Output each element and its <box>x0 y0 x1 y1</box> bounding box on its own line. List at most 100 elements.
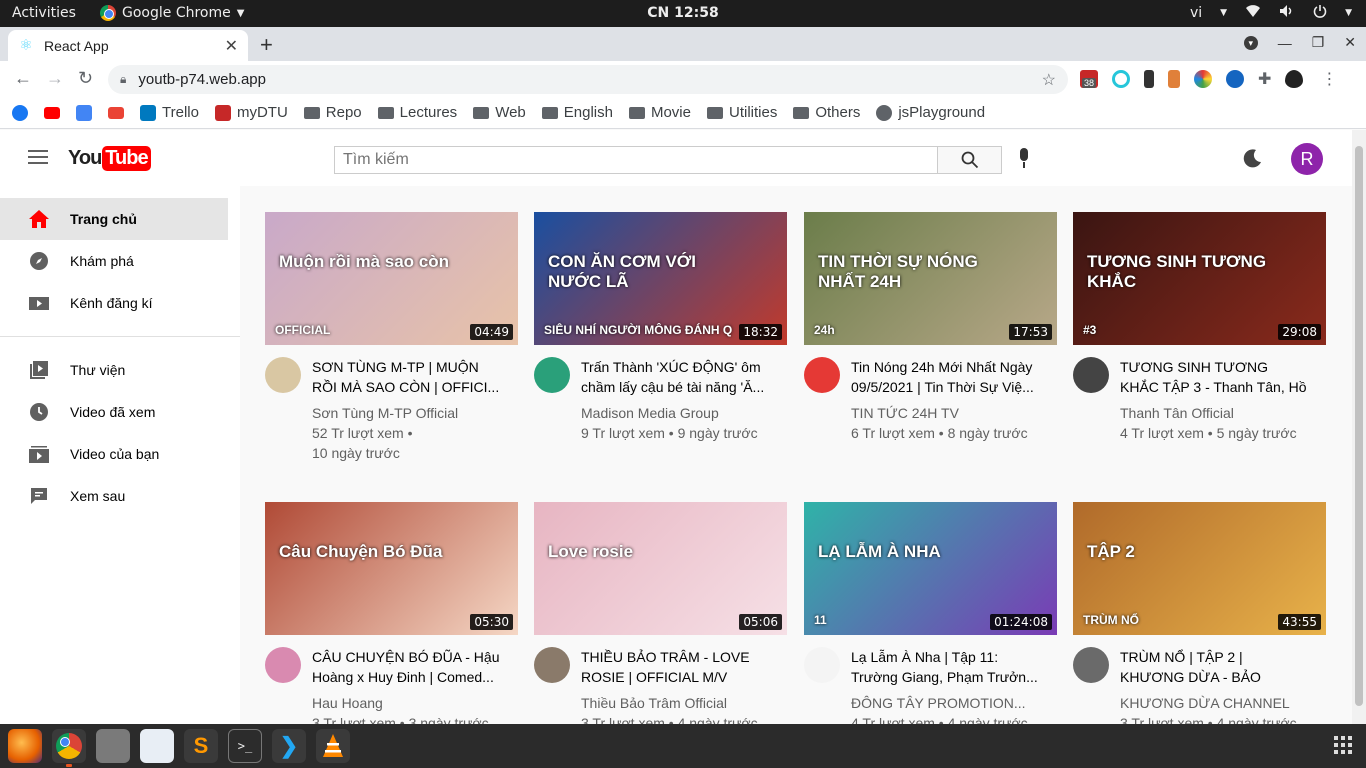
close-icon[interactable]: ✕ <box>225 36 238 56</box>
video-title[interactable]: TRÙM NỔ | TẬP 2 | KHƯƠNG DỪA - BẢO CHUNG… <box>1120 647 1310 687</box>
sidebar-item-watch-later[interactable]: Xem sau <box>0 475 240 517</box>
sidebar-item-home[interactable]: Trang chủ <box>0 198 228 240</box>
video-card[interactable]: TẬP 2 TRÙM NỔ 43:55 TRÙM NỔ | TẬP 2 | KH… <box>1073 502 1326 733</box>
bookmark-translate[interactable] <box>76 104 92 121</box>
search-input[interactable] <box>334 146 938 174</box>
extension-icon[interactable] <box>1194 70 1212 88</box>
bookmark-folder-utilities[interactable]: Utilities <box>706 104 777 121</box>
video-card[interactable]: Love rosie 05:06 THIỀU BẢO TRÂM - LOVE R… <box>534 502 787 733</box>
reload-button[interactable]: ↻ <box>78 68 93 89</box>
video-thumbnail[interactable]: LẠ LẪM À NHA 11 01:24:08 <box>804 502 1057 635</box>
youtube-logo[interactable]: You Tube <box>68 146 151 171</box>
tab-search-icon[interactable]: ▾ <box>1243 35 1258 50</box>
video-title[interactable]: Tin Nóng 24h Mới Nhất Ngày 09/5/2021 | T… <box>851 357 1041 397</box>
system-tray[interactable]: vi ▼ ▼ <box>1190 4 1352 22</box>
bookmark-trello[interactable]: Trello <box>140 104 199 121</box>
bookmark-star-icon[interactable]: ☆ <box>1042 70 1056 90</box>
sidebar-item-subscriptions[interactable]: Kênh đăng kí <box>0 282 240 324</box>
video-title[interactable]: SƠN TÙNG M-TP | MUỘN RỒI MÀ SAO CÒN | OF… <box>312 357 502 397</box>
extension-icon[interactable]: 38 <box>1080 70 1098 88</box>
page-scrollbar[interactable] <box>1352 130 1366 724</box>
video-card[interactable]: Muộn rồi mà sao còn OFFICIAL 04:49 SƠN T… <box>265 212 518 463</box>
bookmark-gmail[interactable] <box>108 106 124 119</box>
document-viewer-icon[interactable] <box>140 729 174 763</box>
firefox-icon[interactable] <box>8 729 42 763</box>
new-tab-button[interactable]: + <box>260 32 273 58</box>
channel-avatar[interactable] <box>1073 647 1109 683</box>
video-thumbnail[interactable]: Câu Chuyện Bó Đũa 05:30 <box>265 502 518 635</box>
bookmark-folder-lectures[interactable]: Lectures <box>377 104 457 121</box>
show-applications-icon[interactable] <box>1334 736 1352 754</box>
address-bar[interactable]: 🔒︎ youtb-p74.web.app ☆ <box>108 65 1068 94</box>
extension-icon[interactable] <box>1168 70 1180 88</box>
channel-name[interactable]: Thanh Tân Official <box>1120 403 1310 423</box>
terminal-icon[interactable]: >_ <box>228 729 262 763</box>
extension-icon[interactable] <box>1112 70 1130 88</box>
system-clock[interactable]: CN 12:58 <box>0 5 1366 21</box>
bookmark-folder-web[interactable]: Web <box>473 104 526 121</box>
channel-avatar[interactable] <box>804 647 840 683</box>
video-thumbnail[interactable]: TIN THỜI SỰ NÓNG NHẤT 24H 24h 17:53 <box>804 212 1057 345</box>
video-title[interactable]: Trấn Thành 'XÚC ĐỘNG' ôm chầm lấy cậu bé… <box>581 357 771 397</box>
extension-icon[interactable] <box>1226 70 1244 88</box>
video-card[interactable]: LẠ LẪM À NHA 11 01:24:08 Lạ Lẫm À Nha | … <box>804 502 1057 733</box>
video-thumbnail[interactable]: CON ĂN CƠM VỚI NƯỚC LÃ SIÊU NHÍ NGƯỜI MÔ… <box>534 212 787 345</box>
chrome-icon[interactable] <box>52 729 86 767</box>
bookmark-folder-english[interactable]: English <box>541 104 613 121</box>
minimize-button[interactable]: — <box>1278 35 1292 51</box>
bookmark-facebook[interactable] <box>12 104 28 121</box>
maximize-button[interactable]: ❐ <box>1312 34 1325 51</box>
bookmark-youtube[interactable] <box>44 106 60 119</box>
bookmark-folder-repo[interactable]: Repo <box>303 104 362 121</box>
puzzle-icon[interactable]: ✚ <box>1258 69 1271 89</box>
profile-extension-icon[interactable] <box>1285 70 1304 88</box>
file-manager-icon[interactable] <box>96 729 130 763</box>
channel-avatar[interactable] <box>534 357 570 393</box>
channel-name[interactable]: Madison Media Group <box>581 403 771 423</box>
video-thumbnail[interactable]: Love rosie 05:06 <box>534 502 787 635</box>
sublime-text-icon[interactable]: S <box>184 729 218 763</box>
bookmark-folder-movie[interactable]: Movie <box>628 104 691 121</box>
channel-avatar[interactable] <box>265 647 301 683</box>
video-thumbnail[interactable]: TƯƠNG SINH TƯƠNG KHẮC #3 29:08 <box>1073 212 1326 345</box>
video-card[interactable]: Câu Chuyện Bó Đũa 05:30 CÂU CHUYỆN BÓ ĐŨ… <box>265 502 518 733</box>
sidebar-item-history[interactable]: Video đã xem <box>0 391 240 433</box>
search-button[interactable] <box>937 146 1002 174</box>
video-card[interactable]: CON ĂN CƠM VỚI NƯỚC LÃ SIÊU NHÍ NGƯỜI MÔ… <box>534 212 787 443</box>
sidebar-item-explore[interactable]: Khám phá <box>0 240 240 282</box>
sidebar-item-your-videos[interactable]: Video của bạn <box>0 433 240 475</box>
avatar[interactable]: R <box>1291 143 1323 175</box>
video-thumbnail[interactable]: Muộn rồi mà sao còn OFFICIAL 04:49 <box>265 212 518 345</box>
bookmark-jsplayground[interactable]: jsPlayground <box>876 104 985 121</box>
channel-name[interactable]: ĐÔNG TÂY PROMOTION... <box>851 693 1041 713</box>
bookmark-folder-others[interactable]: Others <box>793 104 860 121</box>
channel-avatar[interactable] <box>1073 357 1109 393</box>
microphone-icon[interactable] <box>1016 148 1032 172</box>
dark-mode-moon-icon[interactable] <box>1242 147 1264 169</box>
scrollbar-thumb[interactable] <box>1355 146 1363 706</box>
language-indicator[interactable]: vi <box>1190 5 1202 21</box>
browser-tab[interactable]: ⚛ React App ✕ <box>8 30 248 61</box>
channel-name[interactable]: Thiều Bảo Trâm Official <box>581 693 771 713</box>
channel-name[interactable]: Hau Hoang <box>312 693 502 713</box>
video-thumbnail[interactable]: TẬP 2 TRÙM NỔ 43:55 <box>1073 502 1326 635</box>
channel-name[interactable]: Sơn Tùng M-TP Official <box>312 403 502 423</box>
video-card[interactable]: TIN THỜI SỰ NÓNG NHẤT 24H 24h 17:53 Tin … <box>804 212 1057 443</box>
video-card[interactable]: TƯƠNG SINH TƯƠNG KHẮC #3 29:08 TƯƠNG SIN… <box>1073 212 1326 443</box>
close-window-button[interactable]: ✕ <box>1344 34 1356 51</box>
video-title[interactable]: THIỀU BẢO TRÂM - LOVE ROSIE | OFFICIAL M… <box>581 647 771 687</box>
video-title[interactable]: TƯƠNG SINH TƯƠNG KHẮC TẬP 3 - Thanh Tân,… <box>1120 357 1310 397</box>
channel-name[interactable]: KHƯƠNG DỪA CHANNEL <box>1120 693 1310 713</box>
video-title[interactable]: CÂU CHUYỆN BÓ ĐŨA - Hậu Hoàng x Huy Đinh… <box>312 647 502 687</box>
hamburger-menu-icon[interactable] <box>28 150 48 164</box>
channel-name[interactable]: TIN TỨC 24H TV <box>851 403 1041 423</box>
channel-avatar[interactable] <box>804 357 840 393</box>
channel-avatar[interactable] <box>534 647 570 683</box>
vlc-icon[interactable] <box>316 729 350 763</box>
lock-icon[interactable]: 🔒︎ <box>120 72 126 87</box>
forward-button[interactable]: → <box>46 68 64 89</box>
sidebar-item-library[interactable]: Thư viện <box>0 349 240 391</box>
chrome-menu-icon[interactable]: ⋮ <box>1321 69 1337 89</box>
back-button[interactable]: ← <box>14 68 32 89</box>
channel-avatar[interactable] <box>265 357 301 393</box>
